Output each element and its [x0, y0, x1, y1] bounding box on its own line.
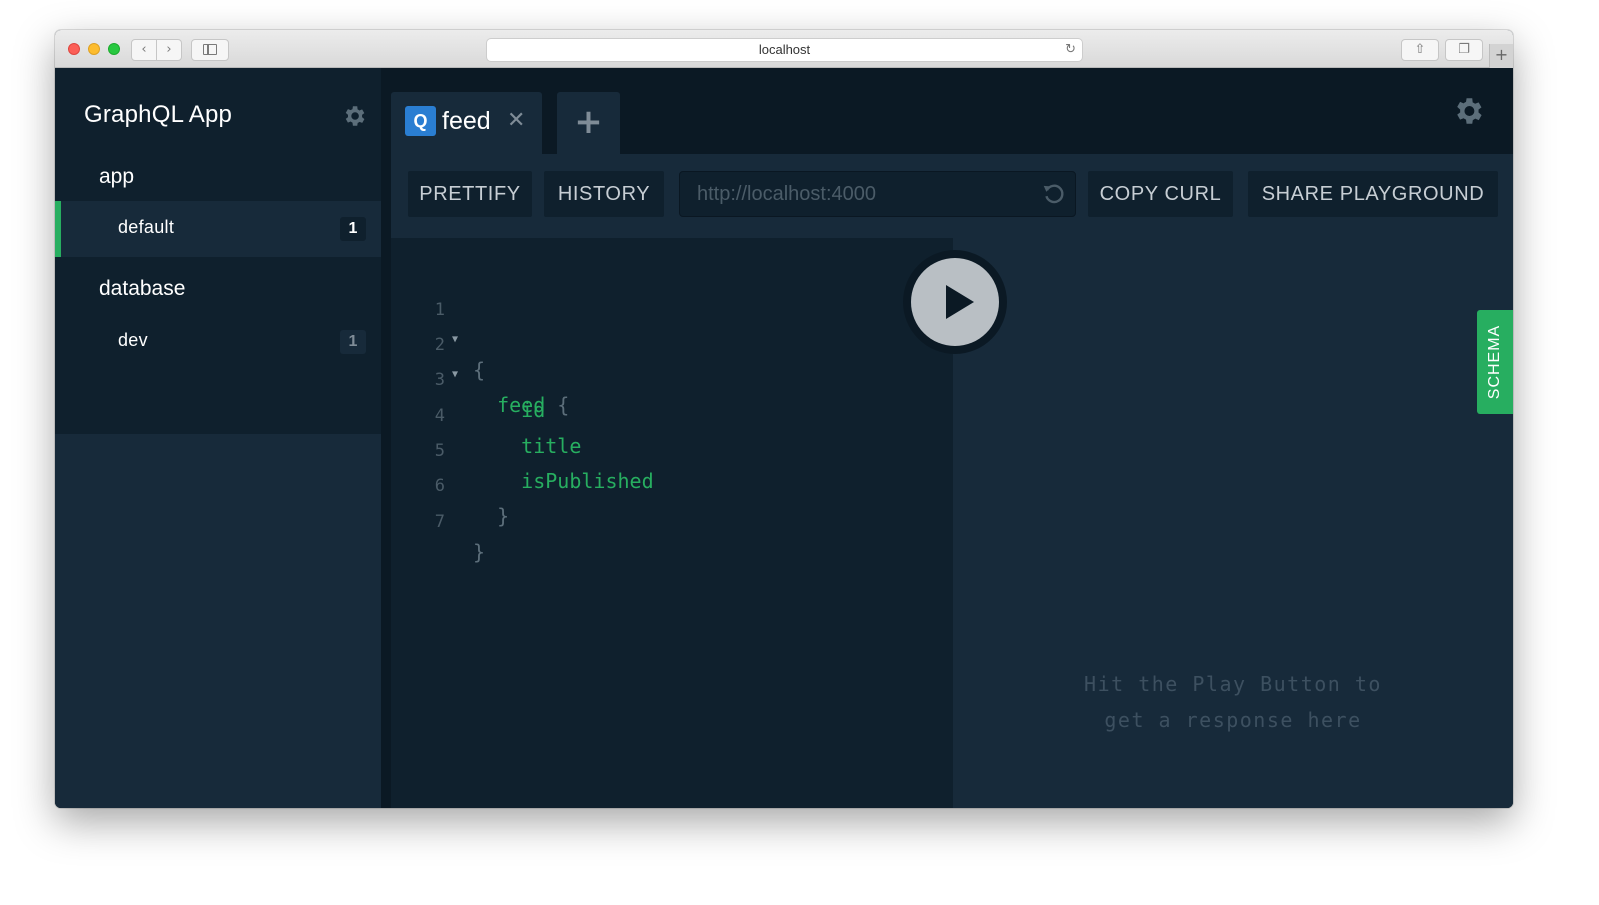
tab-feed[interactable]: Q feed ✕: [391, 92, 542, 154]
tab-overview-button[interactable]: ❐: [1445, 39, 1483, 61]
query-editor[interactable]: 1 ▼ { 2 ▼ feed { 3 id 4 title 5 isPublis…: [391, 238, 1007, 808]
code-line: 5 isPublished: [391, 406, 654, 493]
toolbar: PRETTIFY HISTORY http://localhost:4000 C…: [391, 154, 1513, 238]
group-label-database: database: [99, 277, 186, 300]
code-line: 7 }: [391, 477, 536, 564]
sidebar-divider[interactable]: [381, 68, 391, 808]
query-count-badge: 1: [340, 330, 366, 354]
new-browser-tab-button[interactable]: +: [1489, 44, 1513, 68]
history-button[interactable]: HISTORY: [544, 171, 664, 217]
play-button-face: [911, 258, 999, 346]
schema-label: SCHEMA: [1486, 324, 1503, 400]
chevron-right-icon: ›: [166, 42, 172, 57]
window-maximize-button[interactable]: [108, 43, 120, 55]
play-icon: [946, 285, 974, 319]
result-pane: Hit the Play Button to get a response he…: [953, 238, 1513, 808]
main-panel: Q feed ✕ + PRETTIFY HISTORY http://local…: [391, 68, 1513, 808]
code-line: 3 id: [391, 335, 546, 422]
sidebar-toggle-button[interactable]: [191, 39, 229, 61]
endpoint-input[interactable]: http://localhost:4000: [679, 171, 1076, 217]
close-icon[interactable]: ✕: [507, 106, 525, 136]
copy-curl-button[interactable]: COPY CURL: [1088, 171, 1233, 217]
forward-button[interactable]: ›: [156, 39, 182, 61]
code-line: 4 title: [391, 371, 582, 458]
share-playground-button[interactable]: SHARE PLAYGROUND: [1248, 171, 1498, 217]
code-line: 1 ▼ {: [391, 265, 536, 382]
gear-icon[interactable]: [1451, 94, 1485, 128]
query-count-badge: 1: [340, 217, 366, 241]
result-placeholder: Hit the Play Button to get a response he…: [953, 666, 1513, 738]
app-title: GraphQL App: [84, 101, 233, 128]
tab-bar: Q feed ✕ +: [391, 68, 1513, 154]
code-token-brace: {: [557, 393, 570, 417]
sidebar: GraphQL App app default 1 database dev 1: [55, 68, 381, 808]
sidebar-item-dev[interactable]: dev 1: [55, 314, 381, 370]
share-icon: ⇧: [1414, 42, 1426, 57]
playground-app: GraphQL App app default 1 database dev 1: [55, 68, 1513, 808]
sidebar-projects: GraphQL App app default 1 database dev 1: [55, 68, 381, 434]
sidebar-item-label: default: [118, 217, 175, 237]
window-minimize-button[interactable]: [88, 43, 100, 55]
prettify-button[interactable]: PRETTIFY: [408, 171, 532, 217]
back-button[interactable]: ‹: [131, 39, 157, 61]
gear-icon[interactable]: [341, 103, 367, 129]
chevron-left-icon: ‹: [141, 42, 147, 57]
window-close-button[interactable]: [68, 43, 80, 55]
reset-icon[interactable]: [1041, 181, 1067, 207]
line-number: 7: [434, 512, 445, 532]
browser-chrome: ‹ › localhost ↻ ⇧ ❐ +: [55, 30, 1513, 68]
sidebar-item-label: dev: [118, 330, 148, 350]
code-line: 6 }: [391, 441, 536, 528]
code-text: }: [473, 540, 486, 564]
address-bar[interactable]: localhost ↻: [486, 38, 1083, 62]
address-text: localhost: [758, 42, 811, 57]
sidebar-item-default[interactable]: default 1: [55, 201, 381, 257]
reload-icon[interactable]: ↻: [1065, 39, 1076, 61]
group-label-app: app: [99, 165, 135, 188]
result-hint-line: Hit the Play Button to: [1084, 672, 1382, 696]
endpoint-value: http://localhost:4000: [697, 183, 877, 205]
sidebar-icon: [203, 44, 217, 55]
tabs-icon: ❐: [1458, 42, 1470, 57]
plus-icon[interactable]: +: [557, 92, 620, 154]
share-button[interactable]: ⇧: [1401, 39, 1439, 61]
run-query-button[interactable]: [903, 250, 1007, 354]
result-hint-line: get a response here: [1104, 708, 1362, 732]
query-type-badge: Q: [405, 106, 436, 136]
browser-window: ‹ › localhost ↻ ⇧ ❐ + GraphQL App app de…: [55, 30, 1513, 808]
code-line: 2 ▼ feed {: [391, 300, 570, 417]
tab-label: feed: [442, 107, 491, 135]
schema-button[interactable]: SCHEMA: [1477, 310, 1513, 414]
